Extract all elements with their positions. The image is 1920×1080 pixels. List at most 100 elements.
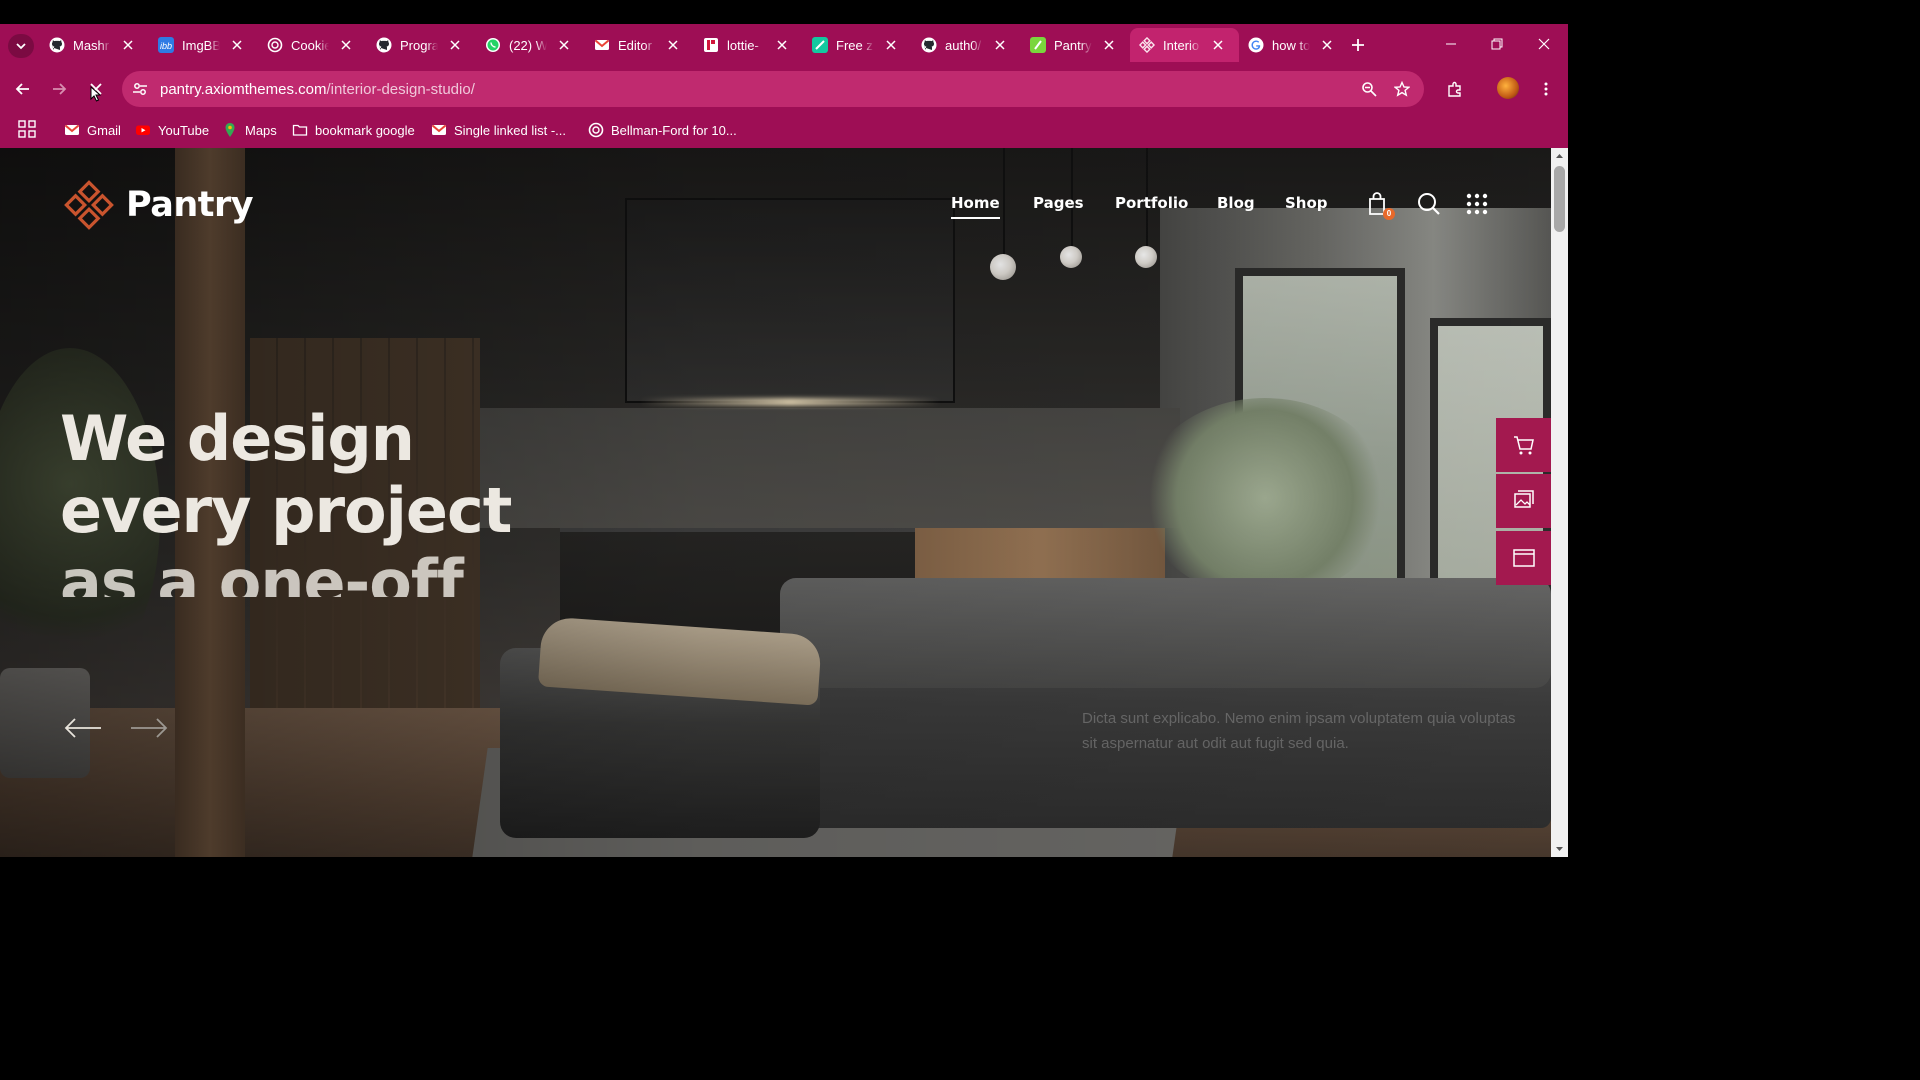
browser-tab[interactable]: Cookie bbox=[258, 28, 367, 62]
cart-icon bbox=[1513, 436, 1534, 455]
scroll-down-icon[interactable] bbox=[1555, 844, 1564, 853]
tab-title: Progra bbox=[400, 37, 438, 53]
browser-tab[interactable]: auth0/ bbox=[912, 28, 1021, 62]
tab-close-icon[interactable] bbox=[993, 38, 1007, 52]
scroll-up-icon[interactable] bbox=[1555, 152, 1564, 161]
bookmark-label: Single linked list -... bbox=[454, 122, 566, 138]
tab-title: Mashr bbox=[73, 37, 110, 53]
arrow-right-icon bbox=[53, 83, 67, 95]
bookmark-item[interactable]: Gmail bbox=[64, 120, 121, 140]
page-viewport: Pantry Home Pages Portfolio Blog Shop 0 We d… bbox=[0, 148, 1551, 857]
apps-grid-icon[interactable] bbox=[18, 120, 36, 138]
pantry-icon bbox=[1030, 37, 1046, 53]
minimize-icon bbox=[1446, 43, 1456, 45]
github-icon bbox=[921, 37, 937, 53]
puzzle-icon bbox=[1448, 81, 1461, 97]
screen-bottom-bar bbox=[0, 857, 1568, 882]
site-logo[interactable]: Pantry bbox=[64, 180, 254, 230]
nav-item-shop[interactable]: Shop bbox=[1285, 194, 1328, 212]
tab-close-icon[interactable] bbox=[1320, 38, 1334, 52]
side-window-button[interactable] bbox=[1496, 531, 1551, 585]
page-icon bbox=[1139, 37, 1155, 53]
browser-tab[interactable]: (22) W bbox=[476, 28, 585, 62]
slider-next-button[interactable] bbox=[129, 713, 169, 743]
browser-tab[interactable]: lottie- bbox=[694, 28, 803, 62]
tab-close-icon[interactable] bbox=[1211, 38, 1225, 52]
tab-search-button[interactable] bbox=[8, 34, 34, 58]
bookmark-label: YouTube bbox=[158, 122, 210, 138]
browser-tab[interactable]: Mashr bbox=[40, 28, 149, 62]
url-text[interactable]: pantry.axiomthemes.com/interior-design-s… bbox=[160, 81, 475, 98]
close-icon bbox=[1538, 38, 1550, 50]
browser-chrome: Mashr ibb ImgBB Cookie Progra (22) W Editor lot… bbox=[0, 24, 1568, 148]
bookmark-item[interactable]: Maps bbox=[222, 120, 277, 140]
page-scrollbar[interactable] bbox=[1551, 148, 1568, 857]
scrollbar-thumb[interactable] bbox=[1554, 166, 1565, 232]
star-icon bbox=[1394, 81, 1410, 97]
browser-tab[interactable]: Progra bbox=[367, 28, 476, 62]
cart-button[interactable]: 0 bbox=[1363, 190, 1395, 220]
bookmark-label: Bellman-Ford for 10... bbox=[611, 122, 737, 138]
browser-tab[interactable]: Editor bbox=[585, 28, 694, 62]
new-tab-button[interactable] bbox=[1348, 35, 1368, 55]
browser-tab[interactable]: Pantry bbox=[1021, 28, 1130, 62]
lottie-icon bbox=[703, 37, 719, 53]
tab-close-icon[interactable] bbox=[448, 38, 462, 52]
maps-icon bbox=[222, 122, 238, 138]
bookmark-star-button[interactable] bbox=[1393, 80, 1411, 98]
nav-item-portfolio[interactable]: Portfolio bbox=[1115, 194, 1188, 212]
slider-prev-button[interactable] bbox=[63, 713, 103, 743]
hero-headline: We design every project as a one-off bbox=[60, 403, 580, 598]
site-settings-icon[interactable] bbox=[132, 81, 148, 97]
minimize-button[interactable] bbox=[1443, 36, 1459, 52]
side-cart-button[interactable] bbox=[1496, 418, 1551, 472]
gmail-icon bbox=[594, 37, 610, 53]
url-domain: pantry.axiomthemes.com bbox=[160, 81, 327, 98]
bookmark-item[interactable]: Bellman-Ford for 10... bbox=[588, 120, 737, 140]
tab-title: how to bbox=[1272, 37, 1310, 53]
arrow-left-icon bbox=[15, 83, 29, 95]
tab-close-icon[interactable] bbox=[121, 38, 135, 52]
tab-close-icon[interactable] bbox=[1102, 38, 1116, 52]
restore-button[interactable] bbox=[1489, 36, 1505, 52]
tab-title: Pantry bbox=[1054, 37, 1092, 53]
browser-tab[interactable]: Free z bbox=[803, 28, 912, 62]
zoom-icon[interactable] bbox=[1360, 80, 1378, 98]
browser-tab[interactable]: ibb ImgBB bbox=[149, 28, 258, 62]
screen-top-bar bbox=[0, 0, 1568, 24]
tab-close-icon[interactable] bbox=[557, 38, 571, 52]
tab-close-icon[interactable] bbox=[230, 38, 244, 52]
browser-tab[interactable]: how to bbox=[1239, 28, 1348, 62]
side-gallery-button[interactable] bbox=[1496, 474, 1551, 528]
browser-menu-button[interactable] bbox=[1535, 78, 1557, 100]
tab-close-icon[interactable] bbox=[775, 38, 789, 52]
menu-grid-button[interactable] bbox=[1463, 190, 1491, 218]
hero-description: Dicta sunt explicabo. Nemo enim ipsam vo… bbox=[1082, 710, 1516, 752]
tab-title: ImgBB bbox=[182, 37, 220, 53]
back-button[interactable] bbox=[12, 78, 34, 100]
bookmark-item[interactable]: bookmark google bbox=[292, 120, 415, 140]
url-path: /interior-design-studio/ bbox=[326, 81, 475, 98]
bookmarks-bar: Gmail YouTube Maps bookmark google Single li… bbox=[0, 112, 1568, 148]
extensions-button[interactable] bbox=[1444, 78, 1466, 100]
kebab-menu-icon bbox=[1544, 82, 1548, 96]
tab-close-icon[interactable] bbox=[666, 38, 680, 52]
profile-avatar[interactable] bbox=[1497, 77, 1519, 99]
tab-close-icon[interactable] bbox=[884, 38, 898, 52]
search-button[interactable] bbox=[1415, 190, 1443, 218]
bookmark-item[interactable]: Single linked list -... bbox=[431, 120, 566, 140]
imgbb-icon: ibb bbox=[158, 37, 174, 53]
headline-line-2: every project bbox=[60, 474, 512, 547]
nav-item-blog[interactable]: Blog bbox=[1217, 194, 1255, 212]
close-window-button[interactable] bbox=[1536, 36, 1552, 52]
tab-close-icon[interactable] bbox=[339, 38, 353, 52]
nav-item-pages[interactable]: Pages bbox=[1033, 194, 1084, 212]
github-icon bbox=[376, 37, 392, 53]
github-icon bbox=[49, 37, 65, 53]
bookmark-label: Maps bbox=[245, 122, 277, 138]
address-bar[interactable]: pantry.axiomthemes.com/interior-design-s… bbox=[122, 71, 1424, 107]
forward-button[interactable] bbox=[48, 78, 70, 100]
browser-tab[interactable]: Interio bbox=[1130, 28, 1239, 62]
bookmark-item[interactable]: YouTube bbox=[135, 120, 209, 140]
nav-item-home[interactable]: Home bbox=[951, 194, 1000, 219]
